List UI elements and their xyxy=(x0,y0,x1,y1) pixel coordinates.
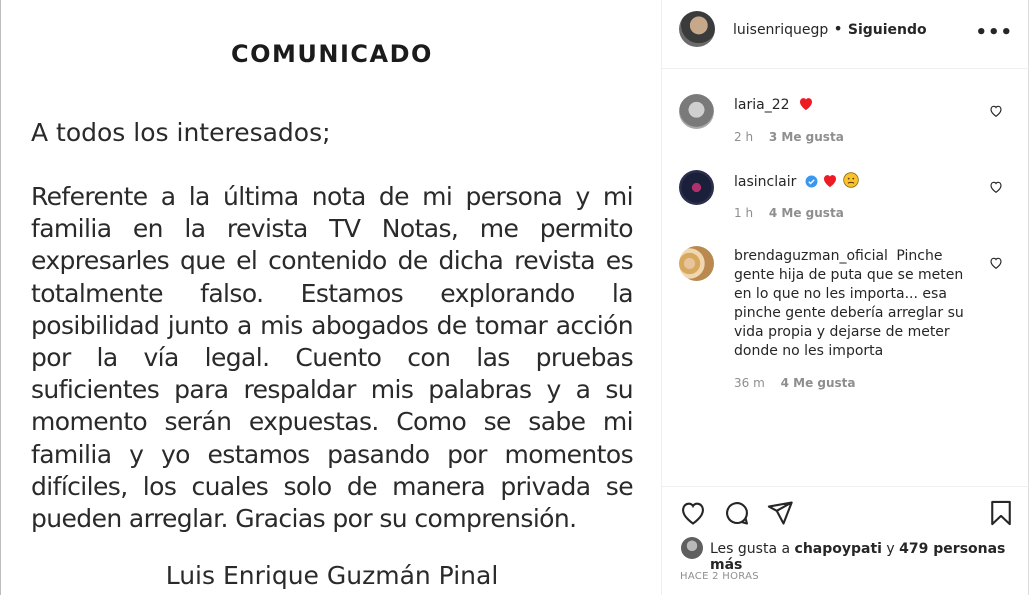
commenter-avatar[interactable] xyxy=(679,170,714,205)
verified-badge-icon xyxy=(805,175,818,194)
comment-meta: 2 h 3 Me gusta xyxy=(734,130,844,144)
liker-avatar[interactable] xyxy=(681,537,703,559)
bookmark-icon[interactable] xyxy=(987,499,1015,527)
post-actions-bar xyxy=(662,486,1029,540)
more-horizontal-icon[interactable]: ••• xyxy=(975,22,1013,43)
likes-conjunction: y xyxy=(886,541,895,557)
heart-icon[interactable] xyxy=(679,499,707,527)
commenter-avatar[interactable] xyxy=(679,246,714,281)
post-side-panel: luisenriquegp • Siguiendo ••• laria_22 2… xyxy=(662,0,1029,595)
author-line: luisenriquegp • Siguiendo xyxy=(733,19,927,38)
comment-time[interactable]: 1 h xyxy=(734,206,753,220)
comment-meta: 36 m 4 Me gusta xyxy=(734,376,856,390)
comment-likes[interactable]: 4 Me gusta xyxy=(781,376,856,390)
comment-text: lasinclair xyxy=(734,172,974,194)
post-image: COMUNICADO A todos los interesados; Refe… xyxy=(0,0,662,595)
comment-likes[interactable]: 4 Me gusta xyxy=(769,206,844,220)
likes-prefix: Les gusta a xyxy=(710,541,791,557)
document-signature: Luis Enrique Guzmán Pinal xyxy=(165,561,499,590)
comment-icon[interactable] xyxy=(723,499,751,527)
post-timestamp[interactable]: HACE 2 HORAS xyxy=(680,571,759,582)
comment-meta: 1 h 4 Me gusta xyxy=(734,206,844,220)
author-username[interactable]: luisenriquegp xyxy=(733,22,828,38)
comment-likes[interactable]: 3 Me gusta xyxy=(769,130,844,144)
document-body: Referente a la última nota de mi persona… xyxy=(31,182,634,534)
document-title: COMUNICADO xyxy=(231,40,433,68)
comment-username[interactable]: laria_22 xyxy=(734,97,790,113)
comment-username[interactable]: brendaguzman_oficial xyxy=(734,248,888,264)
header-separator: • xyxy=(833,19,843,38)
comment-time[interactable]: 2 h xyxy=(734,130,753,144)
share-icon[interactable] xyxy=(766,499,794,527)
commenter-avatar[interactable] xyxy=(679,94,714,129)
author-avatar[interactable] xyxy=(679,11,715,47)
liker-username[interactable]: chapoypati xyxy=(795,541,882,557)
heart-icon[interactable] xyxy=(989,180,1003,194)
document-salutation: A todos los interesados; xyxy=(31,118,331,147)
heart-icon[interactable] xyxy=(989,104,1003,118)
heart-icon[interactable] xyxy=(989,256,1003,270)
likes-summary: Les gusta a chapoypati y 479 personas má… xyxy=(710,541,1028,573)
post-header: luisenriquegp • Siguiendo ••• xyxy=(662,0,1029,69)
heart-emoji xyxy=(798,96,814,117)
comment-body: Pinche gente hija de puta que se meten e… xyxy=(734,248,964,359)
sad-face-emoji xyxy=(842,172,859,194)
comment-time[interactable]: 36 m xyxy=(734,376,765,390)
heart-emoji xyxy=(822,173,838,194)
comment-text: laria_22 xyxy=(734,96,974,117)
following-button[interactable]: Siguiendo xyxy=(848,22,927,38)
comment-text: brendaguzman_oficial Pinche gente hija d… xyxy=(734,247,974,361)
comment-username[interactable]: lasinclair xyxy=(734,174,796,190)
